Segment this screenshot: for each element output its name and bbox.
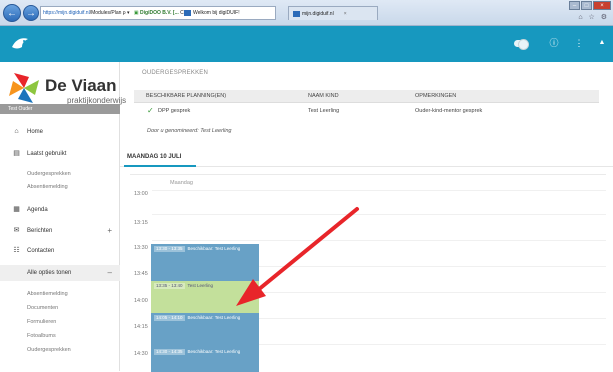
annotation-arrow-icon [236,207,359,306]
